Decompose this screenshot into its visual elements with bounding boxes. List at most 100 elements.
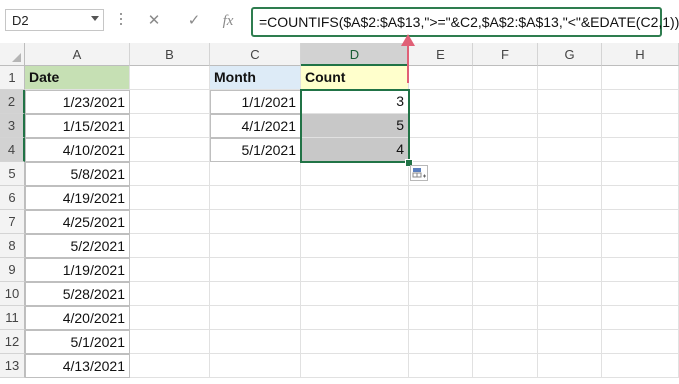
empty-cell[interactable] [130, 330, 210, 354]
date-cell[interactable]: 4/10/2021 [25, 138, 130, 162]
empty-cell[interactable] [301, 258, 409, 282]
empty-cell[interactable] [602, 234, 679, 258]
row-header-5[interactable]: 5 [0, 162, 25, 186]
empty-cell[interactable] [473, 234, 538, 258]
empty-cell[interactable] [130, 162, 210, 186]
empty-cell[interactable] [473, 162, 538, 186]
empty-cell[interactable] [602, 66, 679, 90]
empty-cell[interactable] [301, 210, 409, 234]
empty-cell[interactable] [210, 162, 301, 186]
empty-cell[interactable] [602, 162, 679, 186]
empty-cell[interactable] [210, 258, 301, 282]
empty-cell[interactable] [473, 114, 538, 138]
row-header-6[interactable]: 6 [0, 186, 25, 210]
check-icon[interactable]: ✓ [183, 11, 205, 31]
empty-cell[interactable] [130, 66, 210, 90]
empty-cell[interactable] [409, 330, 473, 354]
empty-cell[interactable] [210, 306, 301, 330]
empty-cell[interactable] [409, 306, 473, 330]
empty-cell[interactable] [602, 306, 679, 330]
empty-cell[interactable] [210, 186, 301, 210]
column-header-c[interactable]: C [210, 43, 301, 66]
empty-cell[interactable] [473, 138, 538, 162]
empty-cell[interactable] [538, 258, 602, 282]
empty-cell[interactable] [130, 114, 210, 138]
row-header-12[interactable]: 12 [0, 330, 25, 354]
empty-cell[interactable] [301, 330, 409, 354]
empty-cell[interactable] [130, 90, 210, 114]
empty-cell[interactable] [130, 282, 210, 306]
empty-cell[interactable] [210, 282, 301, 306]
column-header-a[interactable]: A [25, 43, 130, 66]
empty-cell[interactable] [130, 138, 210, 162]
empty-cell[interactable] [301, 306, 409, 330]
empty-cell[interactable] [538, 66, 602, 90]
empty-cell[interactable] [538, 162, 602, 186]
quick-analysis-icon[interactable] [410, 165, 428, 181]
row-header-9[interactable]: 9 [0, 258, 25, 282]
empty-cell[interactable] [301, 186, 409, 210]
date-header-cell[interactable]: Date [25, 66, 130, 90]
empty-cell[interactable] [473, 186, 538, 210]
empty-cell[interactable] [602, 186, 679, 210]
row-header-3[interactable]: 3 [0, 114, 25, 138]
insert-function-button[interactable]: fx [217, 11, 239, 31]
empty-cell[interactable] [473, 258, 538, 282]
empty-cell[interactable] [602, 354, 679, 378]
date-cell[interactable]: 4/25/2021 [25, 210, 130, 234]
empty-cell[interactable] [301, 162, 409, 186]
empty-cell[interactable] [130, 354, 210, 378]
empty-cell[interactable] [130, 234, 210, 258]
chevron-down-icon[interactable] [91, 16, 99, 21]
empty-cell[interactable] [409, 114, 473, 138]
row-header-7[interactable]: 7 [0, 210, 25, 234]
empty-cell[interactable] [602, 330, 679, 354]
month-cell[interactable]: 1/1/2021 [210, 90, 301, 114]
column-header-g[interactable]: G [538, 43, 602, 66]
empty-cell[interactable] [473, 354, 538, 378]
row-header-1[interactable]: 1 [0, 66, 25, 90]
empty-cell[interactable] [210, 234, 301, 258]
empty-cell[interactable] [538, 138, 602, 162]
date-cell[interactable]: 4/19/2021 [25, 186, 130, 210]
column-header-b[interactable]: B [130, 43, 210, 66]
row-header-4[interactable]: 4 [0, 138, 25, 162]
date-cell[interactable]: 5/8/2021 [25, 162, 130, 186]
empty-cell[interactable] [473, 210, 538, 234]
formula-input[interactable]: =COUNTIFS($A$2:$A$13,">="&C2,$A$2:$A$13,… [251, 7, 679, 37]
row-header-11[interactable]: 11 [0, 306, 25, 330]
date-cell[interactable]: 5/2/2021 [25, 234, 130, 258]
empty-cell[interactable] [473, 330, 538, 354]
select-all-button[interactable] [0, 43, 25, 66]
empty-cell[interactable] [409, 258, 473, 282]
empty-cell[interactable] [130, 210, 210, 234]
empty-cell[interactable] [538, 186, 602, 210]
column-header-d[interactable]: D [301, 43, 409, 66]
date-cell[interactable]: 1/23/2021 [25, 90, 130, 114]
empty-cell[interactable] [602, 258, 679, 282]
empty-cell[interactable] [602, 282, 679, 306]
empty-cell[interactable] [538, 90, 602, 114]
row-header-8[interactable]: 8 [0, 234, 25, 258]
empty-cell[interactable] [538, 234, 602, 258]
empty-cell[interactable] [409, 186, 473, 210]
column-header-h[interactable]: H [602, 43, 679, 66]
empty-cell[interactable] [409, 354, 473, 378]
empty-cell[interactable] [602, 210, 679, 234]
empty-cell[interactable] [301, 234, 409, 258]
empty-cell[interactable] [210, 330, 301, 354]
empty-cell[interactable] [538, 114, 602, 138]
date-cell[interactable]: 1/15/2021 [25, 114, 130, 138]
month-cell[interactable]: 4/1/2021 [210, 114, 301, 138]
row-header-10[interactable]: 10 [0, 282, 25, 306]
empty-cell[interactable] [409, 234, 473, 258]
empty-cell[interactable] [538, 282, 602, 306]
date-cell[interactable]: 5/1/2021 [25, 330, 130, 354]
date-cell[interactable]: 5/28/2021 [25, 282, 130, 306]
count-header-cell[interactable]: Count [301, 66, 409, 90]
empty-cell[interactable] [130, 258, 210, 282]
empty-cell[interactable] [409, 90, 473, 114]
empty-cell[interactable] [409, 210, 473, 234]
name-box[interactable]: D2 [5, 9, 104, 31]
empty-cell[interactable] [130, 306, 210, 330]
